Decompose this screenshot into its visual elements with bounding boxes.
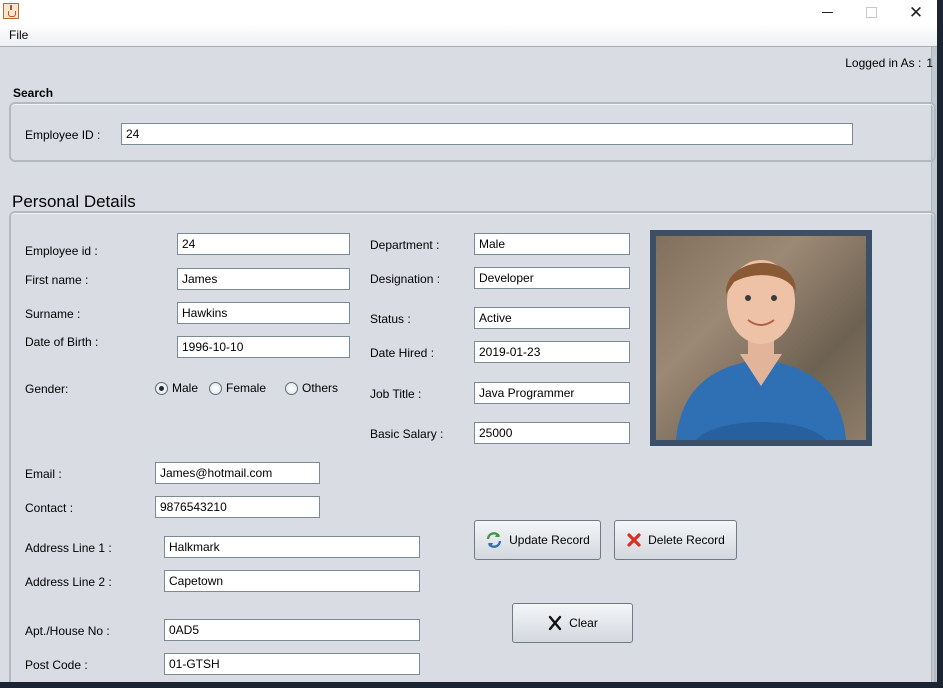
apt-house-label: Apt./House No : [25,624,110,638]
first-name-label: First name : [25,273,89,287]
logged-in-value: 1 [926,56,933,70]
gender-others-option[interactable]: Others [285,381,338,395]
gender-female-label: Female [226,381,267,395]
close-icon: ✕ [908,2,924,22]
refresh-icon [486,532,502,548]
status-label: Status : [370,312,411,326]
email-input[interactable] [155,462,320,484]
search-employee-id-label: Employee ID : [25,128,101,142]
surname-input[interactable] [177,302,350,324]
employee-photo-image [656,236,866,440]
clear-label: Clear [569,616,598,630]
minimize-button[interactable] [804,0,850,24]
search-employee-id-input[interactable] [121,123,853,145]
gender-female-radio[interactable] [209,381,222,395]
gender-male-option[interactable]: Male [155,381,198,395]
menu-bar: File [0,24,937,47]
dob-input[interactable] [177,336,350,358]
delete-record-button[interactable]: Delete Record [614,520,737,560]
logged-in-indicator: Logged in As : 1 [845,56,933,70]
status-input[interactable] [474,307,630,329]
email-label: Email : [25,467,62,481]
update-record-button[interactable]: Update Record [474,520,601,560]
basic-salary-input[interactable] [474,422,630,444]
job-title-input[interactable] [474,382,630,404]
app-window: ✕ File Logged in As : 1 Search Employee … [0,0,937,682]
delete-record-label: Delete Record [648,533,725,547]
surname-label: Surname : [25,307,81,321]
first-name-input[interactable] [177,268,350,290]
gender-others-radio[interactable] [285,381,298,395]
maximize-button[interactable] [848,0,894,24]
gender-male-label: Male [172,381,199,395]
designation-input[interactable] [474,267,630,289]
designation-label: Designation : [370,272,441,286]
close-button[interactable]: ✕ [893,0,937,24]
department-input[interactable] [474,233,630,255]
clear-x-icon [548,615,562,631]
date-hired-input[interactable] [474,341,630,363]
date-hired-label: Date Hired : [370,346,435,360]
search-section-title: Search [13,86,54,100]
department-label: Department : [370,238,440,252]
contact-label: Contact : [25,501,74,515]
employee-id-input[interactable] [177,233,350,255]
basic-salary-label: Basic Salary : [370,427,444,441]
job-title-label: Job Title : [370,387,422,401]
gender-female-option[interactable]: Female [209,381,266,395]
post-code-label: Post Code : [25,658,88,672]
java-app-icon [3,3,19,19]
employee-photo [650,230,872,446]
maximize-icon [865,6,877,18]
person-portrait [656,236,866,440]
clear-button[interactable]: Clear [512,603,633,643]
update-record-label: Update Record [509,533,590,547]
post-code-input[interactable] [164,653,420,675]
gender-others-label: Others [302,381,339,395]
title-bar: ✕ [0,0,937,24]
address-line2-label: Address Line 2 : [25,575,112,589]
gender-male-radio[interactable] [155,381,168,395]
employee-id-label: Employee id : [25,244,98,258]
gender-label: Gender: [25,382,69,396]
logged-in-label: Logged in As : [845,56,922,70]
address-line2-input[interactable] [164,570,420,592]
personal-details-title: Personal Details [12,192,136,211]
dob-label: Date of Birth : [25,335,99,349]
delete-x-icon [627,533,641,547]
apt-house-input[interactable] [164,619,420,641]
minimize-icon [821,11,833,13]
contact-input[interactable] [155,496,320,518]
address-line1-input[interactable] [164,536,420,558]
menu-file[interactable]: File [9,28,28,42]
address-line1-label: Address Line 1 : [25,541,112,555]
